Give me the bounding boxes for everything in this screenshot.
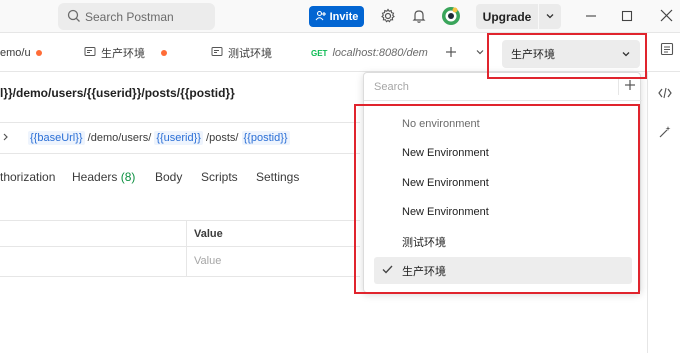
- code-icon: [658, 87, 672, 102]
- environment-option[interactable]: No environment: [374, 110, 632, 137]
- tab-body[interactable]: Body: [155, 170, 182, 184]
- method-badge: GET: [311, 48, 328, 58]
- tab-scripts[interactable]: Scripts: [201, 170, 238, 184]
- close-window-button[interactable]: [656, 7, 676, 27]
- right-sidebar: [647, 72, 680, 353]
- unsaved-dot: [35, 50, 42, 56]
- request-tab[interactable]: 测试环境: [211, 34, 272, 72]
- tab-settings[interactable]: Settings: [256, 170, 299, 184]
- plus-icon: [445, 46, 457, 61]
- gear-icon: [380, 8, 396, 27]
- environment-option[interactable]: New Environment: [374, 198, 632, 225]
- environment-option-label: No environment: [402, 117, 480, 130]
- settings-button[interactable]: [378, 7, 398, 27]
- url-segment: /demo/users/: [84, 132, 155, 144]
- request-tab[interactable]: emo/u: [0, 34, 42, 72]
- environment-dropdown: No environment New Environment New Envir…: [363, 72, 642, 293]
- notifications-button[interactable]: [409, 7, 429, 27]
- minimize-button[interactable]: [581, 7, 601, 27]
- bell-icon: [411, 8, 427, 27]
- column-divider: [186, 220, 187, 276]
- headers-count: (8): [120, 170, 136, 184]
- global-search[interactable]: Search Postman: [58, 3, 215, 30]
- environment-option-selected[interactable]: 生产环境: [374, 257, 632, 284]
- table-divider: [0, 246, 360, 247]
- tab-label: localhost:8080/dem: [332, 47, 428, 59]
- environment-search-input[interactable]: [374, 80, 604, 93]
- table-divider: [0, 276, 360, 277]
- tab-headers[interactable]: Headers (8): [72, 170, 135, 184]
- tabs-overflow-button[interactable]: [470, 43, 490, 63]
- method-chevron-icon[interactable]: [2, 132, 10, 145]
- value-input[interactable]: Value: [194, 255, 221, 267]
- environment-option-label: New Environment: [402, 205, 489, 218]
- docs-button[interactable]: [657, 40, 677, 60]
- maximize-button[interactable]: [617, 7, 637, 27]
- url-variable[interactable]: {{userid}}: [154, 131, 203, 145]
- environment-option-label: 测试环境: [402, 236, 446, 249]
- tab-headers-label: Headers: [72, 170, 118, 184]
- magic-button[interactable]: [655, 123, 675, 143]
- tab-authorization[interactable]: thorization: [0, 170, 55, 184]
- environment-option[interactable]: New Environment: [374, 169, 632, 196]
- url-variable[interactable]: {{postid}}: [241, 131, 290, 145]
- environment-search: [364, 73, 642, 101]
- table-divider: [0, 220, 360, 221]
- request-tab[interactable]: GET localhost:8080/dem: [311, 34, 428, 72]
- tab-request-icon: [84, 46, 96, 61]
- chevron-down-icon: [545, 10, 555, 24]
- close-icon: [660, 9, 673, 25]
- environment-selected-label: 生产环境: [511, 49, 555, 61]
- plus-icon: [624, 79, 636, 94]
- docs-icon: [660, 42, 674, 59]
- add-user-icon: [315, 10, 326, 24]
- environment-option-label: New Environment: [402, 176, 489, 189]
- value-column-header: Value: [194, 228, 223, 240]
- maximize-icon: [621, 10, 633, 25]
- url-variable[interactable]: {{baseUrl}}: [28, 131, 85, 145]
- environment-option[interactable]: New Environment: [374, 139, 632, 166]
- url-input[interactable]: {{baseUrl}} /demo/users/ {{userid}} /pos…: [0, 122, 360, 154]
- new-tab-button[interactable]: [441, 43, 461, 63]
- invite-label: Invite: [329, 10, 359, 23]
- magic-icon: [658, 125, 672, 142]
- chevron-down-icon: [475, 46, 485, 60]
- chevron-down-icon: [621, 49, 631, 62]
- url-segment: /posts/: [202, 132, 242, 144]
- upgrade-menu-button[interactable]: [539, 4, 561, 29]
- code-button[interactable]: [655, 84, 675, 104]
- global-search-placeholder: Search Postman: [85, 9, 174, 24]
- environment-option-label: 生产环境: [402, 265, 446, 278]
- environment-option[interactable]: 测试环境: [374, 228, 632, 255]
- environment-selector[interactable]: 生产环境: [502, 40, 640, 68]
- add-environment-button[interactable]: [618, 77, 636, 95]
- tab-label: 测试环境: [228, 48, 272, 60]
- request-tab[interactable]: 生产环境: [84, 34, 145, 72]
- title-bar: Search Postman Invite Upgrade: [0, 0, 680, 33]
- unsaved-dot: [161, 50, 167, 56]
- tab-label: emo/u: [0, 47, 31, 59]
- upgrade-button[interactable]: Upgrade: [476, 4, 538, 29]
- environment-option-label: New Environment: [402, 146, 489, 159]
- check-icon: [382, 265, 393, 277]
- request-title: l}}/demo/users/{{userid}}/posts/{{postid…: [0, 86, 235, 100]
- tab-label: 生产环境: [101, 48, 145, 60]
- tab-request-icon: [211, 46, 223, 61]
- avatar[interactable]: [441, 6, 461, 26]
- search-icon: [67, 9, 81, 26]
- minimize-icon: [585, 10, 597, 25]
- invite-button[interactable]: Invite: [309, 6, 364, 27]
